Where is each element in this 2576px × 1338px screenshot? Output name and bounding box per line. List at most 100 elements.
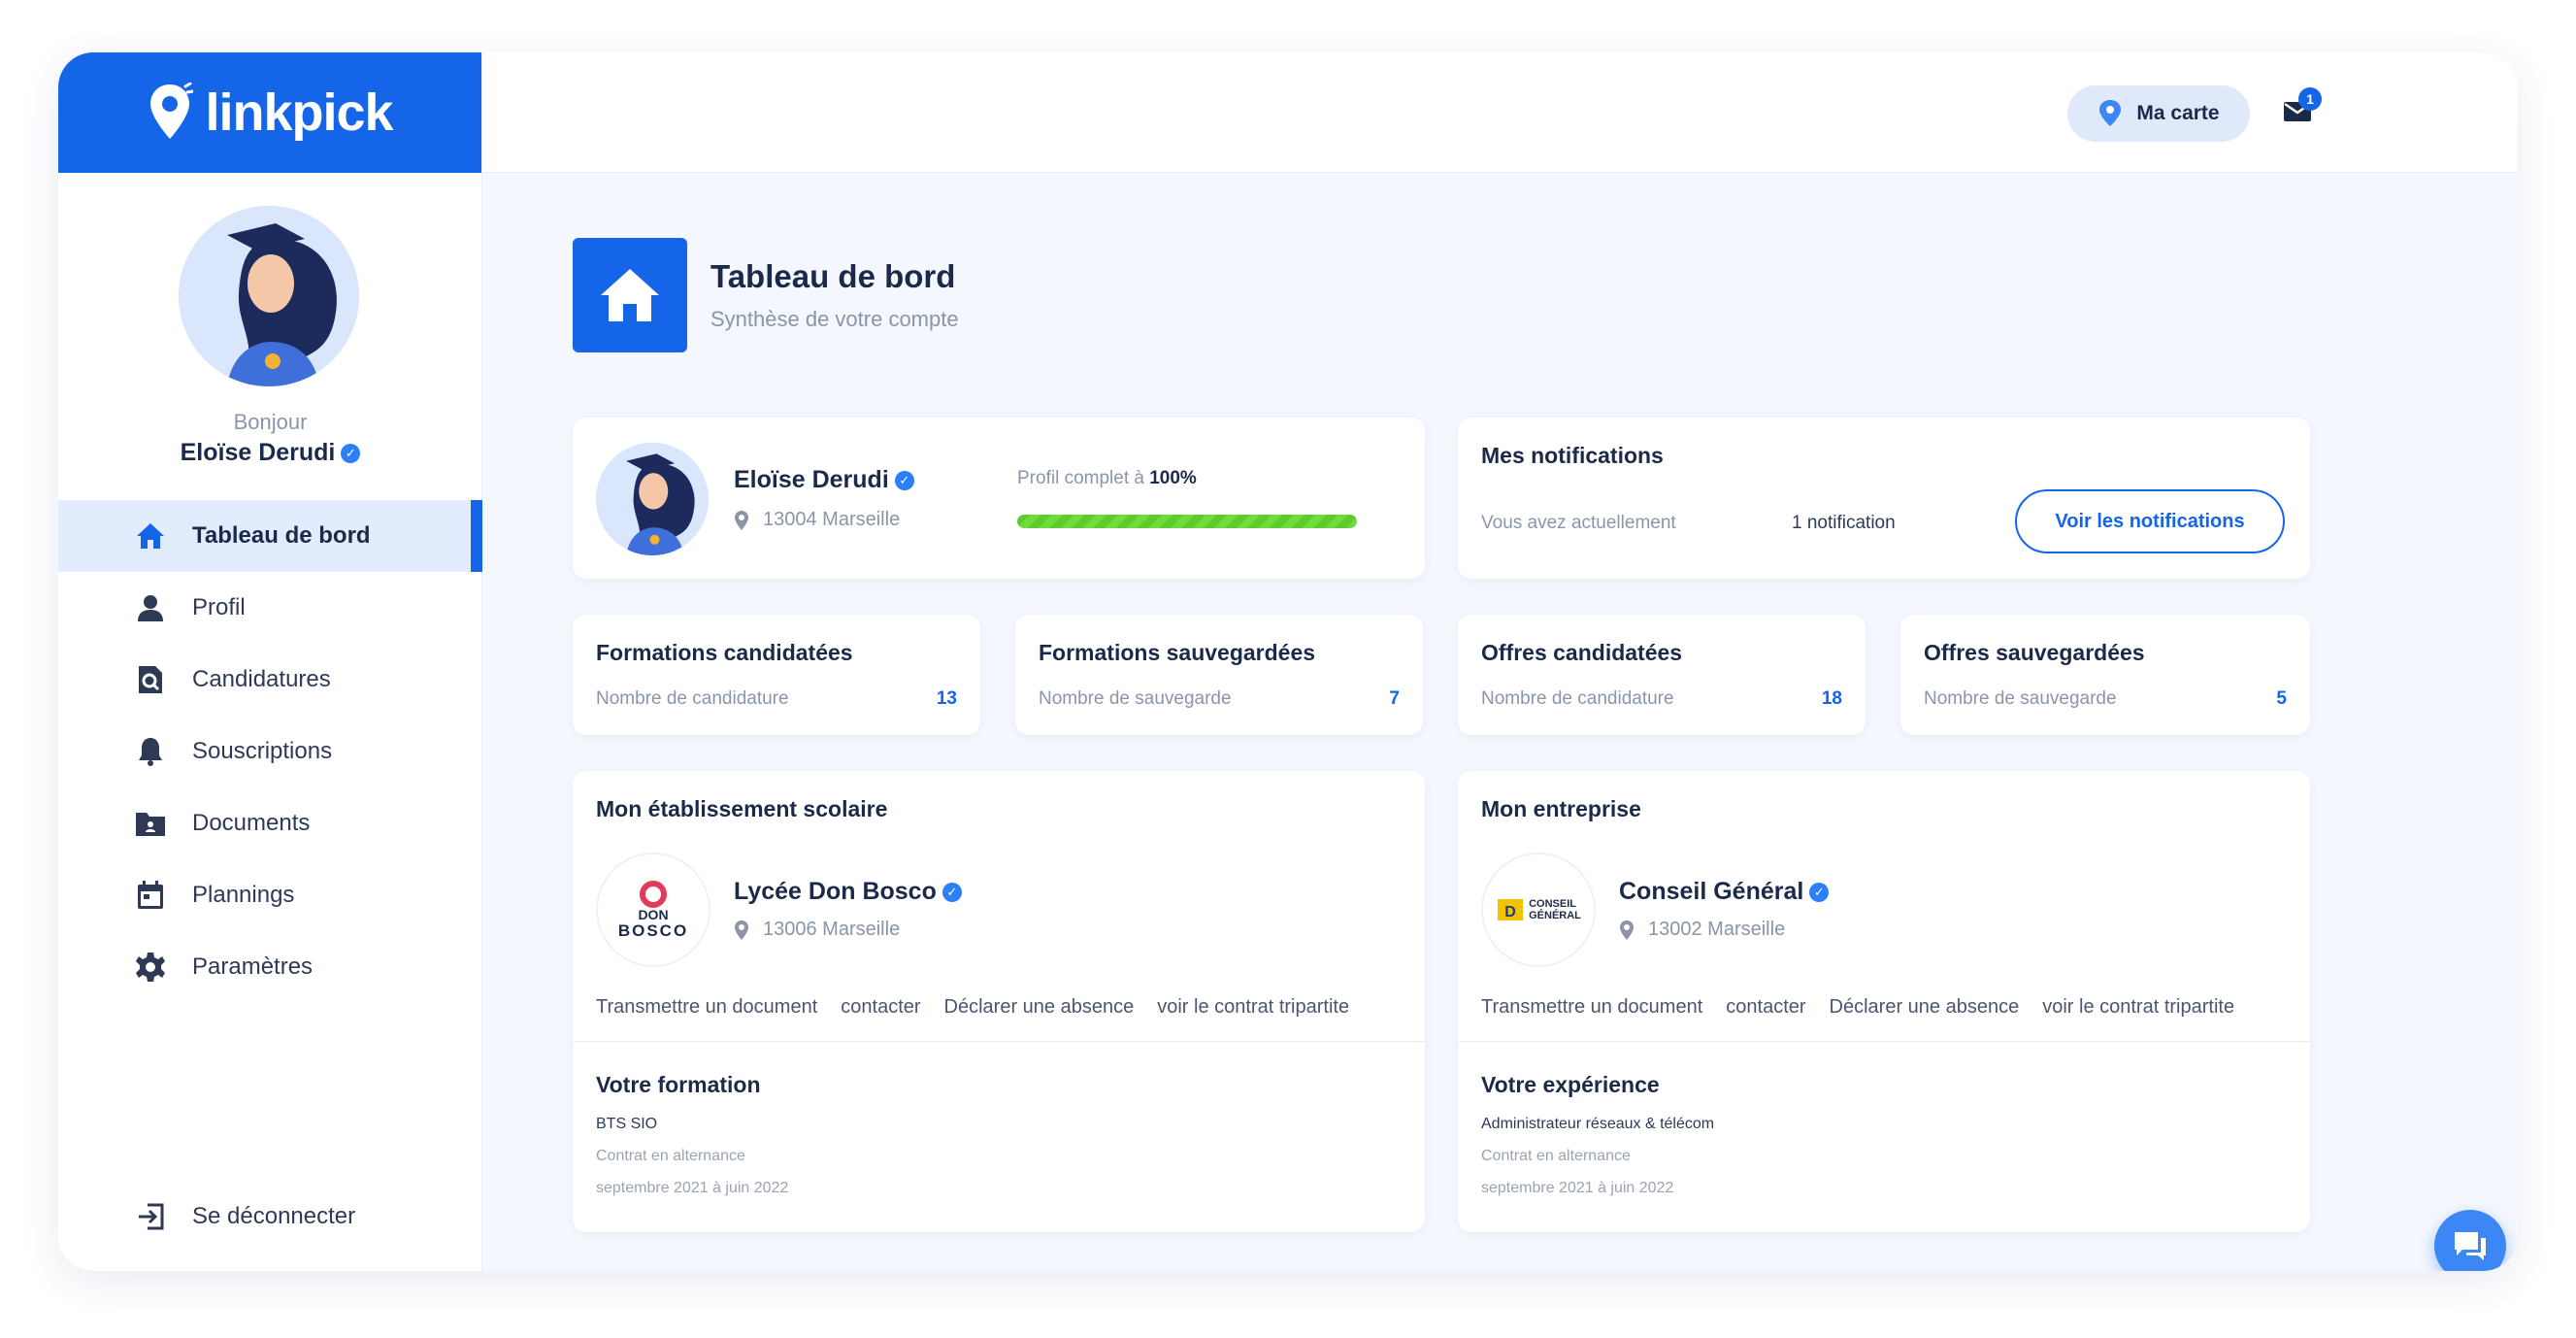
folder-icon <box>134 807 167 840</box>
bell-icon <box>134 735 167 768</box>
stat-value: 18 <box>1821 688 1842 709</box>
profile-location-text: 13004 Marseille <box>763 509 901 530</box>
completion-prefix: Profil complet à <box>1017 468 1144 488</box>
profile-location: 13004 Marseille <box>734 509 900 531</box>
contact-link[interactable]: contacter <box>1726 996 1805 1019</box>
sidebar-item-profile[interactable]: Profil <box>58 572 482 644</box>
logout-label: Se déconnecter <box>192 1203 356 1229</box>
experience-contract-type: Contrat en alternance <box>1481 1148 1631 1164</box>
profile-name: Eloïse Derudi ✓ <box>734 466 914 494</box>
company-location-text: 13002 Marseille <box>1648 919 1786 940</box>
stat-card[interactable]: Offres candidatées Nombre de candidature… <box>1458 615 1866 735</box>
experience-period: septembre 2021 à juin 2022 <box>1481 1180 1674 1196</box>
sidebar-item-label: Profil <box>192 594 246 620</box>
sidebar-item-subscriptions[interactable]: Souscriptions <box>58 716 482 787</box>
formation-period: septembre 2021 à juin 2022 <box>596 1180 789 1196</box>
experience-role: Administrateur réseaux & télécom <box>1481 1116 1715 1132</box>
school-logo-mark-icon <box>640 880 667 908</box>
sidebar-item-label: Paramètres <box>192 953 314 980</box>
completion-value: 100% <box>1149 468 1197 488</box>
stat-card[interactable]: Offres sauvegardées Nombre de sauvegarde… <box>1900 615 2310 735</box>
logo-text: linkpick <box>205 84 393 142</box>
sidebar-item-label: Documents <box>192 810 311 836</box>
stat-label: Nombre de candidature <box>596 688 789 709</box>
mail-count-badge: 1 <box>2298 87 2322 111</box>
school-name-text: Lycée Don Bosco <box>734 878 937 905</box>
app-window: linkpick Bonjour Eloïse Derudi ✓ Tableau … <box>58 52 2518 1271</box>
company-logo-inner: D CONSEIL GÉNÉRAL <box>1496 895 1581 924</box>
logout-button[interactable]: Se déconnecter <box>58 1181 482 1253</box>
sidebar-item-label: Candidatures <box>192 666 331 692</box>
profile-avatar <box>596 443 709 555</box>
verified-icon: ✓ <box>894 471 914 491</box>
notifications-card: Mes notifications Vous avez actuellement… <box>1458 418 2310 579</box>
stat-label: Nombre de sauvegarde <box>1924 688 2117 709</box>
sidebar-item-dashboard[interactable]: Tableau de bord <box>58 500 482 572</box>
transmit-document-link[interactable]: Transmettre un document <box>1481 996 1702 1019</box>
stat-label: Nombre de sauvegarde <box>1039 688 1232 709</box>
sidebar: linkpick Bonjour Eloïse Derudi ✓ Tableau … <box>58 52 482 1271</box>
stat-title: Formations sauvegardées <box>1039 640 1316 665</box>
view-contract-link[interactable]: voir le contrat tripartite <box>2042 996 2234 1019</box>
notifications-text: Vous avez actuellement <box>1481 513 1676 533</box>
view-notifications-button[interactable]: Voir les notifications <box>2015 489 2285 553</box>
page-subtitle: Synthèse de votre compte <box>710 307 959 331</box>
company-card-title: Mon entreprise <box>1481 796 1641 821</box>
sidebar-item-label: Plannings <box>192 882 295 908</box>
view-contract-link[interactable]: voir le contrat tripartite <box>1157 996 1349 1019</box>
location-pin-icon <box>735 920 748 940</box>
sidebar-item-settings[interactable]: Paramètres <box>58 931 482 1003</box>
logout: Se déconnecter <box>58 1181 482 1253</box>
contact-link[interactable]: contacter <box>841 996 920 1019</box>
company-name-text: Conseil Général <box>1619 878 1804 905</box>
sidebar-nav: Tableau de bord Profil Candidatures Sous… <box>58 500 482 1003</box>
notifications-count: 1 notification <box>1792 513 1896 533</box>
company-logo-text-1: CONSEIL <box>1529 898 1577 910</box>
user-icon <box>134 591 167 624</box>
school-logo: DON BOSCO <box>596 853 710 967</box>
verified-icon: ✓ <box>341 444 361 464</box>
stat-label: Nombre de candidature <box>1481 688 1674 709</box>
avatar-illustration <box>179 206 359 386</box>
school-location-text: 13006 Marseille <box>763 919 901 940</box>
stat-title: Offres candidatées <box>1481 640 1683 665</box>
sidebar-item-applications[interactable]: Candidatures <box>58 644 482 716</box>
greeting: Bonjour <box>233 410 308 434</box>
transmit-document-link[interactable]: Transmettre un document <box>596 996 817 1019</box>
company-card: Mon entreprise D CONSEIL GÉNÉRAL Conseil… <box>1458 771 2310 1232</box>
calendar-icon <box>134 879 167 912</box>
experience-title: Votre expérience <box>1481 1072 1660 1097</box>
svg-text:D: D <box>1504 904 1516 920</box>
divider <box>1458 1041 2310 1042</box>
profile-card: Eloïse Derudi ✓ 13004 Marseille Profil co… <box>573 418 1425 579</box>
stat-title: Formations candidatées <box>596 640 853 665</box>
sidebar-item-documents[interactable]: Documents <box>58 787 482 859</box>
sidebar-item-label: Tableau de bord <box>192 522 371 549</box>
sidebar-item-label: Souscriptions <box>192 738 333 764</box>
gear-icon <box>134 951 167 984</box>
logo[interactable]: linkpick <box>58 52 481 173</box>
page-title: Tableau de bord <box>710 258 956 294</box>
school-location: 13006 Marseille <box>734 919 900 941</box>
sidebar-item-plannings[interactable]: Plannings <box>58 859 482 931</box>
declare-absence-link[interactable]: Déclarer une absence <box>944 996 1135 1019</box>
company-logo-text: CONSEIL GÉNÉRAL <box>1529 898 1581 921</box>
school-logo-text-1: DON <box>638 906 669 922</box>
topbar: Ma carte 1 <box>482 52 2518 173</box>
chat-button[interactable] <box>2434 1210 2506 1271</box>
formation-contract-type: Contrat en alternance <box>596 1148 745 1164</box>
stat-card[interactable]: Formations candidatées Nombre de candida… <box>573 615 980 735</box>
declare-absence-link[interactable]: Déclarer une absence <box>1830 996 2020 1019</box>
logout-icon <box>134 1200 167 1233</box>
school-card-title: Mon établissement scolaire <box>596 796 888 821</box>
profile-completion-label: Profil complet à 100% <box>1017 468 1197 489</box>
location-pin-icon <box>735 510 748 530</box>
company-location: 13002 Marseille <box>1619 919 1785 941</box>
search-document-icon <box>134 663 167 696</box>
chat-icon <box>2455 1232 2486 1260</box>
user-avatar[interactable] <box>179 206 359 386</box>
map-button[interactable]: Ma carte <box>2067 85 2250 142</box>
verified-icon: ✓ <box>1809 883 1830 903</box>
divider <box>573 1041 1425 1042</box>
stat-card[interactable]: Formations sauvegardées Nombre de sauveg… <box>1015 615 1423 735</box>
